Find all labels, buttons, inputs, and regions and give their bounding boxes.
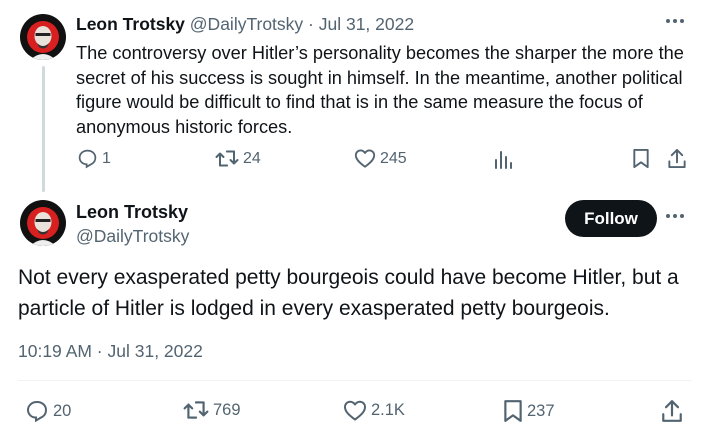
bookmark-count: 237 xyxy=(527,401,555,420)
bookmark-button[interactable]: 237 xyxy=(503,399,555,423)
divider xyxy=(18,380,692,381)
retweet-button[interactable]: 24 xyxy=(215,148,261,169)
views-button[interactable] xyxy=(493,148,513,169)
bookmark-button[interactable] xyxy=(632,148,650,169)
reply-count: 1 xyxy=(102,149,111,167)
retweet-icon xyxy=(215,148,239,169)
tweet-timestamp[interactable]: 10:19 AM · Jul 31, 2022 xyxy=(18,341,203,362)
author-handle[interactable]: @DailyTrotsky xyxy=(190,14,303,34)
reply-count: 20 xyxy=(53,401,72,420)
header-separator: · xyxy=(303,14,319,34)
share-icon xyxy=(667,148,687,169)
retweet-icon xyxy=(183,399,209,421)
like-count: 2.1K xyxy=(371,401,405,419)
author-handle[interactable]: @DailyTrotsky xyxy=(76,226,189,247)
more-icon[interactable] xyxy=(665,18,685,24)
like-count: 245 xyxy=(380,149,407,167)
thread-connector-line xyxy=(42,66,45,192)
tweet-header: Leon Trotsky @DailyTrotsky · Jul 31, 202… xyxy=(76,14,414,35)
like-button[interactable]: 2.1K xyxy=(343,399,405,422)
author-name[interactable]: Leon Trotsky xyxy=(76,202,188,223)
share-button[interactable] xyxy=(667,148,687,169)
share-icon xyxy=(661,399,683,423)
author-name[interactable]: Leon Trotsky xyxy=(76,14,185,34)
follow-button[interactable]: Follow xyxy=(565,200,657,237)
retweet-button[interactable]: 769 xyxy=(183,399,241,421)
retweet-count: 769 xyxy=(213,400,241,419)
bookmark-icon xyxy=(503,399,523,423)
heart-icon xyxy=(343,399,367,422)
bookmark-icon xyxy=(632,148,650,169)
retweet-count: 24 xyxy=(243,149,261,167)
heart-icon xyxy=(354,148,376,169)
reply-button[interactable]: 20 xyxy=(25,399,71,423)
more-icon[interactable] xyxy=(665,213,685,219)
reply-icon xyxy=(77,148,98,169)
like-button[interactable]: 245 xyxy=(354,148,407,169)
tweet-text: Not every exasperated petty bourgeois co… xyxy=(18,266,679,320)
reply-icon xyxy=(25,399,49,423)
tweet-date[interactable]: Jul 31, 2022 xyxy=(319,14,414,34)
reply-button[interactable]: 1 xyxy=(77,148,111,169)
avatar[interactable] xyxy=(20,200,66,246)
avatar[interactable] xyxy=(20,14,66,60)
views-icon xyxy=(493,148,513,169)
share-button[interactable] xyxy=(661,399,683,423)
tweet-text: The controversy over Hitler’s personalit… xyxy=(76,43,684,137)
